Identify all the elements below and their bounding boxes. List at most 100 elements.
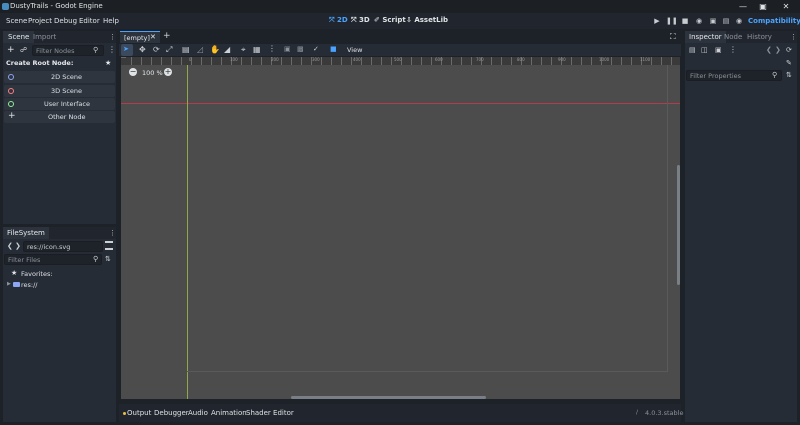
zoom-in-icon[interactable]: +	[164, 68, 172, 76]
animation-key-icon[interactable]: ■	[330, 45, 337, 53]
smart-snap-icon[interactable]: ⌖	[241, 45, 246, 55]
bottom-tab-animation[interactable]: Animation	[211, 409, 247, 417]
ruler-tick-labels: 0 100 200 300 400 500 600 700 800 900 1000 1100	[121, 57, 680, 65]
pivot-mode-icon[interactable]: ◿	[197, 45, 203, 54]
sort-icon[interactable]: ⇅	[105, 255, 111, 263]
remote-debug-icon[interactable]: ◉	[694, 17, 704, 26]
back-icon[interactable]: ❮	[7, 242, 13, 250]
tab-node[interactable]: Node	[724, 33, 742, 41]
object-tools-icon[interactable]: ✎	[786, 59, 792, 67]
menu-scene[interactable]: Scene	[6, 17, 27, 25]
scene-tab-empty[interactable]: [empty] ✕	[120, 31, 160, 43]
renderer-select[interactable]: Compatibility	[748, 17, 800, 25]
bottom-tab-debugger[interactable]: Debugger	[154, 409, 189, 417]
favorites-star-icon: ★	[11, 269, 18, 277]
bottom-tab-output[interactable]: Output	[127, 409, 151, 417]
property-sort-icon[interactable]: ⇅	[786, 71, 792, 79]
load-resource-icon[interactable]: ◫	[701, 46, 708, 54]
list-select-icon[interactable]: ▤	[182, 45, 190, 54]
bottom-tab-audio[interactable]: Audio	[188, 409, 208, 417]
distraction-free-icon[interactable]: ⛶	[670, 32, 676, 42]
minimize-icon[interactable]: —	[738, 2, 748, 11]
move-mode-icon[interactable]: ✥	[139, 45, 146, 54]
ruler-tick-label: 500	[394, 57, 402, 62]
play-scene-icon[interactable]: ▣	[708, 17, 718, 26]
inspector-dock-menu-icon[interactable]: ⋮	[790, 33, 797, 41]
menu-editor[interactable]: Editor	[79, 17, 100, 25]
history-back-icon[interactable]: ❮	[766, 46, 772, 54]
zoom-level[interactable]: 100 %	[142, 69, 163, 77]
play-icon[interactable]: ▶	[652, 17, 662, 26]
play-custom-scene-icon[interactable]: ▤	[721, 17, 731, 26]
horizontal-scrollbar[interactable]	[291, 396, 486, 399]
zoom-out-icon[interactable]: −	[129, 68, 137, 76]
filter-files-input[interactable]: Filter Files	[4, 254, 102, 265]
filesystem-menu-icon[interactable]: ⋮	[109, 229, 116, 237]
tab-filesystem[interactable]: FileSystem	[3, 227, 49, 239]
workspace-2d-button[interactable]: ⤧ 2D	[329, 16, 348, 27]
tab-inspector[interactable]: Inspector	[685, 31, 726, 43]
root-other-node-button[interactable]: + Other Node	[4, 111, 115, 123]
ruler-mode-icon[interactable]: ◢	[224, 45, 230, 54]
path-field[interactable]: res://icon.svg	[23, 241, 103, 252]
maximize-icon[interactable]: ▣	[758, 2, 768, 11]
scene-options-icon[interactable]: ⋮	[108, 45, 116, 54]
scale-mode-icon[interactable]: ⤢	[166, 45, 172, 55]
skeleton-icon[interactable]: ✓	[313, 45, 319, 53]
new-scene-tab-icon[interactable]: +	[163, 31, 171, 41]
canvas-toolbar: ➤ ✥ ⟳ ⤢ ▤ ◿ ✋ ◢ ⌖ ▦ ⋮ ▣ ▩ ✓ ■ View	[119, 44, 681, 56]
tab-scene[interactable]: Scene	[3, 31, 35, 43]
object-history-icon[interactable]: ⟳	[786, 46, 792, 54]
resource-options-icon[interactable]: ⋮	[729, 45, 737, 54]
menu-project[interactable]: Project	[28, 17, 52, 25]
favorites-label[interactable]: Favorites:	[21, 270, 53, 278]
menu-debug[interactable]: Debug	[54, 17, 77, 25]
menu-help[interactable]: Help	[103, 17, 119, 25]
group-icon[interactable]: ▩	[297, 45, 304, 53]
root-user-interface-button[interactable]: User Interface	[4, 98, 115, 110]
workspace-assetlib-button[interactable]: ⇩ AssetLib	[406, 16, 448, 27]
dock-menu-icon[interactable]: ⋮	[109, 33, 116, 41]
root-3d-scene-button[interactable]: 3D Scene	[4, 85, 115, 97]
workspace-3d-button[interactable]: ⤧ 3D	[351, 16, 370, 27]
ruler-tick-label: 400	[353, 57, 361, 62]
add-node-icon[interactable]: +	[7, 45, 15, 55]
select-mode-icon[interactable]: ➤	[123, 45, 129, 53]
instance-scene-icon[interactable]: ☍	[20, 46, 27, 54]
stop-icon[interactable]: ■	[680, 17, 690, 26]
close-tab-icon[interactable]: ✕	[150, 33, 156, 41]
favorite-star-icon[interactable]: ★	[105, 59, 111, 67]
forward-icon[interactable]: ❯	[15, 242, 21, 250]
version-label[interactable]: 4.0.3.stable	[645, 409, 683, 417]
ruler-tick-label: 300	[312, 57, 320, 62]
filter-properties-input[interactable]: Filter Properties	[686, 70, 782, 81]
save-resource-icon[interactable]: ▣	[715, 46, 722, 54]
workspace-2d-label: 2D	[337, 16, 348, 24]
rotate-mode-icon[interactable]: ⟳	[153, 45, 160, 54]
pan-mode-icon[interactable]: ✋	[210, 45, 220, 54]
history-forward-icon[interactable]: ❯	[775, 46, 781, 54]
root-2d-scene-button[interactable]: 2D Scene	[4, 71, 115, 83]
assetlib-icon: ⇩	[406, 16, 412, 24]
pause-icon[interactable]: ❚❚	[666, 17, 678, 26]
new-resource-icon[interactable]: ▤	[689, 46, 696, 54]
view-menu-button[interactable]: View	[347, 46, 362, 54]
res-folder-label[interactable]: res://	[21, 281, 38, 289]
snap-options-icon[interactable]: ⋮	[268, 44, 276, 53]
3d-icon: ⤧	[351, 16, 357, 24]
window-title: DustyTrails - Godot Engine	[10, 2, 103, 10]
node2d-icon	[8, 74, 14, 80]
bottom-tab-shader-editor[interactable]: Shader Editor	[246, 409, 294, 417]
lock-icon[interactable]: ▣	[284, 45, 291, 53]
canvas-viewport[interactable]: − 100 % +	[121, 65, 680, 399]
tab-import[interactable]: Import	[33, 33, 56, 41]
expand-arrow-icon[interactable]: ▶	[7, 281, 11, 287]
vertical-scrollbar[interactable]	[677, 165, 680, 285]
close-icon[interactable]: ✕	[781, 2, 791, 11]
movie-maker-icon[interactable]: ◉	[734, 17, 744, 26]
workspace-script-button[interactable]: ✐ Script	[374, 16, 406, 27]
grid-snap-icon[interactable]: ▦	[253, 45, 261, 54]
workspace-3d-label: 3D	[359, 16, 370, 24]
tab-history[interactable]: History	[747, 33, 772, 41]
split-mode-icon[interactable]	[105, 241, 113, 250]
